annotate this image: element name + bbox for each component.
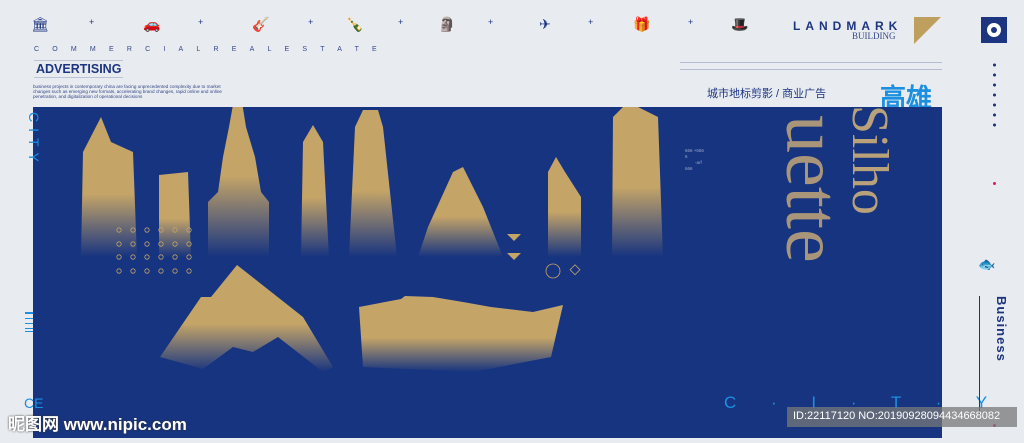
- uette-text: uette: [770, 115, 854, 263]
- triangle-marker: [507, 253, 521, 260]
- watermark-site: 昵图网 www.nipic.com: [8, 415, 187, 434]
- gift-icon: 🎁: [633, 16, 651, 32]
- stadium-silhouette: [359, 296, 563, 372]
- pink-dot: [993, 182, 996, 185]
- tick-lines: [25, 312, 33, 332]
- statue-icon: 🗿: [438, 16, 456, 32]
- tower-silhouette: [548, 157, 581, 257]
- business-heading: Business: [994, 296, 1009, 362]
- tower-silhouette: [349, 110, 397, 257]
- brand-subtitle: BUILDING: [852, 31, 896, 41]
- plus-icon: +: [89, 17, 95, 27]
- intro-paragraph: business projects in contemporary china …: [33, 84, 222, 99]
- advertising-heading: ADVERTISING: [34, 60, 124, 78]
- tower-silhouette: [81, 117, 137, 257]
- triangle-marker: [507, 234, 521, 241]
- tower-silhouette: [301, 125, 329, 257]
- gold-triangle: [914, 17, 941, 44]
- divider: [979, 296, 980, 416]
- airplane-icon: ✈: [539, 16, 551, 32]
- building-silhouette: [418, 167, 503, 257]
- small-codes: 666 +666 6 -arf 666: [685, 148, 704, 172]
- plus-icon: +: [588, 17, 594, 27]
- code-text: 666: [685, 166, 693, 171]
- fish-icon: 🐟: [978, 256, 996, 272]
- chinese-subtitle: 城市地标剪影 / 商业广告: [707, 88, 827, 100]
- dot-column: [993, 60, 996, 132]
- plus-icon: +: [688, 17, 694, 27]
- bank-icon: 🏛: [31, 16, 49, 32]
- plus-icon: +: [198, 17, 204, 27]
- hat-icon: 🎩: [731, 16, 749, 32]
- pagoda-silhouette: [208, 77, 269, 257]
- target-logo-icon: [981, 17, 1007, 43]
- spaced-text: COMMERCIALREALESTATE: [34, 46, 390, 53]
- deco-lines: [680, 62, 942, 70]
- mountain-silhouette: [160, 265, 333, 372]
- car-icon: 🚗: [143, 16, 161, 32]
- guitar-icon: 🎸: [252, 16, 270, 32]
- plus-icon: +: [488, 17, 494, 27]
- plus-icon: +: [308, 17, 314, 27]
- tower-silhouette: [612, 102, 663, 257]
- bottle-icon: 🍾: [346, 16, 364, 32]
- tower-silhouette: [159, 172, 191, 257]
- vertical-city-label: CITY: [26, 112, 42, 168]
- bottom-letters: CE: [24, 395, 44, 411]
- plus-icon: +: [398, 17, 404, 27]
- watermark-id: ID:22117120 NO:20190928094434668082: [787, 407, 1017, 427]
